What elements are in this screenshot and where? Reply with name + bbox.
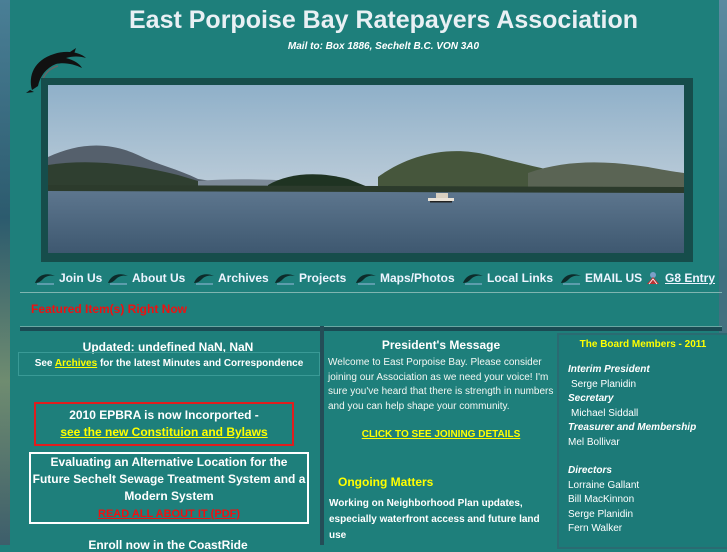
archives-notice-suffix: for the latest Minutes and Correspondenc…	[99, 358, 304, 369]
read-pdf-link[interactable]: READ ALL ABOUT IT (PDF)	[98, 508, 240, 520]
archives-notice-prefix: See	[34, 358, 53, 369]
porpoise-icon	[275, 274, 295, 285]
president-name: Serge Planidin	[571, 378, 637, 390]
g8-icon	[647, 272, 659, 285]
joining-details-link[interactable]: CLICK TO SEE JOINING DETAILS	[330, 429, 552, 440]
porpoise-icon	[463, 274, 483, 285]
porpoise-icon	[356, 274, 376, 285]
director-name: Fern Walker	[568, 523, 623, 534]
sewage-evaluation-notice: Evaluating an Alternative Location for t…	[29, 452, 309, 524]
nav-archives[interactable]: Archives	[193, 268, 269, 288]
role-treasurer: Treasurer and Membership	[568, 422, 697, 433]
divider-rule	[20, 292, 722, 293]
nav-about-us-label: About Us	[132, 271, 186, 285]
nav-projects-label: Projects	[299, 271, 347, 285]
board-title: The Board Members - 2011	[579, 339, 707, 350]
incorporation-notice: 2010 EPBRA is now Incorported - see the …	[34, 402, 294, 446]
nav-local-links[interactable]: Local Links	[462, 268, 553, 288]
nav-archives-label: Archives	[218, 271, 269, 285]
constitution-link[interactable]: see the new Constituion and Bylaws	[36, 425, 292, 439]
director-name: Bill MacKinnon	[568, 494, 635, 505]
president-message-title: President's Message	[381, 338, 501, 352]
sewage-evaluation-text: Evaluating an Alternative Location for t…	[32, 455, 306, 503]
treasurer-name: Mel Bollivar	[568, 436, 620, 448]
ongoing-matters-text: Working on Neighborhood Plan updates, es…	[329, 498, 540, 541]
board-members-panel: The Board Members - 2011 Interim Preside…	[557, 333, 727, 549]
nav-maps-photos[interactable]: Maps/Photos	[355, 268, 455, 288]
role-interim-president: Interim President	[568, 364, 650, 375]
porpoise-icon	[108, 274, 128, 285]
bay-panorama-photo	[48, 85, 684, 253]
board-list: Interim President Serge Planidin Secreta…	[559, 363, 727, 537]
column-divider	[320, 326, 324, 545]
nav-email-us-label: EMAIL US	[585, 271, 643, 285]
porpoise-icon	[194, 274, 214, 285]
role-secretary: Secretary	[568, 393, 614, 404]
director-name: Lorraine Gallant	[568, 479, 640, 491]
secretary-name: Michael Siddall	[571, 407, 639, 419]
incorporation-text: 2010 EPBRA is now Incorported -	[69, 408, 259, 422]
ongoing-matters-title: Ongoing Matters	[338, 475, 434, 489]
role-directors: Directors	[568, 465, 612, 476]
section-divider	[20, 326, 722, 331]
nav-projects[interactable]: Projects	[274, 268, 346, 288]
nav-about-us[interactable]: About Us	[107, 268, 185, 288]
nav-g8-entry[interactable]: G8 Entry	[644, 268, 715, 288]
nav-join-us[interactable]: Join Us	[34, 268, 102, 288]
nav-maps-photos-label: Maps/Photos	[380, 271, 455, 285]
archives-notice: See Archives for the latest Minutes and …	[18, 352, 320, 376]
archives-link[interactable]: Archives	[55, 358, 97, 369]
board-spacer	[568, 450, 727, 464]
nav-g8-entry-label: G8 Entry	[665, 271, 716, 285]
page-title: East Porpoise Bay Ratepayers Association	[129, 6, 638, 34]
porpoise-icon	[35, 274, 55, 285]
main-nav: Join Us About Us Archives Projects Maps/…	[0, 268, 727, 288]
mailing-address: Mail to: Box 1886, Sechelt B.C. VON 3A0	[287, 41, 480, 52]
nav-local-links-label: Local Links	[487, 271, 554, 285]
director-name: Serge Planidin	[568, 508, 634, 520]
nav-join-us-label: Join Us	[59, 271, 103, 285]
president-message-text: Welcome to East Porpoise Bay. Please con…	[328, 357, 554, 412]
porpoise-icon	[561, 274, 581, 285]
featured-heading: Featured Item(s) Right Now	[31, 302, 188, 316]
nav-email-us[interactable]: EMAIL US	[560, 268, 642, 288]
coastride-enroll: Enroll now in the CoastRide	[88, 538, 248, 552]
